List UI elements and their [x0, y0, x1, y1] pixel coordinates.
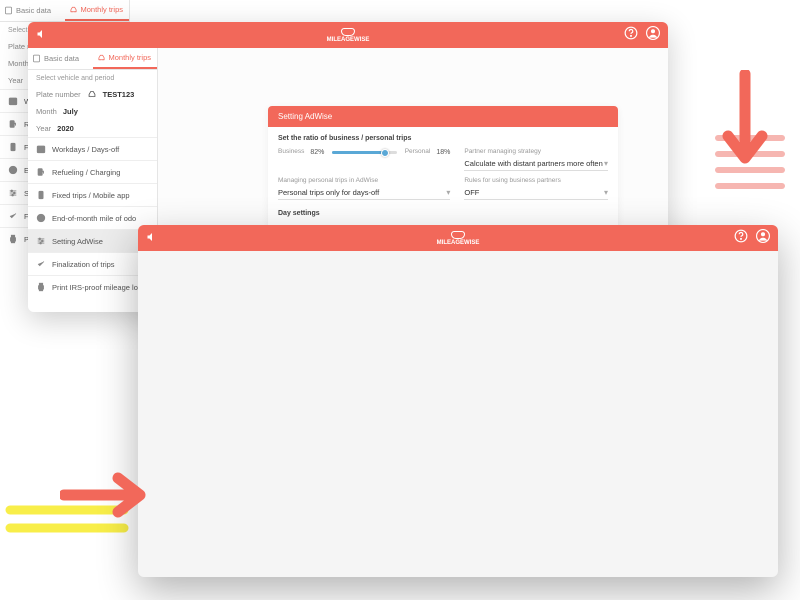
chevron-down-icon: ▾ — [604, 159, 608, 168]
year-value: 2020 — [57, 124, 74, 133]
partner-label: Partner managing strategy — [464, 148, 608, 155]
app-window-progress: MILEAGEWISE — [138, 225, 778, 577]
speaker-icon[interactable] — [146, 231, 158, 246]
brand-name: MILEAGEWISE — [437, 240, 480, 246]
tab-label: Monthly trips — [109, 53, 152, 62]
brand-name: MILEAGEWISE — [327, 37, 370, 43]
plate-value: TEST123 — [103, 90, 135, 99]
nav-label: Refueling / Charging — [52, 168, 120, 177]
tab-basic-data[interactable]: Basic data — [28, 48, 93, 69]
nav-label: Fixed trips / Mobile app — [52, 191, 130, 200]
section-label: Select vehicle and period — [28, 70, 157, 85]
sidebar-item-refueling[interactable]: Refueling / Charging — [28, 160, 157, 183]
brand-logo: MILEAGEWISE — [437, 231, 480, 246]
tab-label: Basic data — [44, 54, 79, 63]
nav-label: Finalization of trips — [52, 260, 115, 269]
managing-dropdown[interactable]: Personal trips only for days-off▾ — [278, 186, 450, 200]
managing-label: Managing personal trips in AdWise — [278, 177, 450, 184]
speaker-icon[interactable] — [36, 28, 48, 43]
ratio-title: Set the ratio of business / personal tri… — [278, 135, 608, 142]
nav-label: Setting AdWise — [52, 237, 103, 246]
month-label: Month — [36, 107, 57, 116]
plate-label: Plate number — [36, 90, 81, 99]
chevron-down-icon: ▾ — [446, 188, 450, 197]
tab-label: Basic data — [16, 6, 51, 15]
chevron-down-icon: ▾ — [604, 188, 608, 197]
nav-label: Workdays / Days-off — [52, 145, 119, 154]
tab-label: Monthly trips — [81, 5, 124, 14]
rules-dropdown[interactable]: OFF▾ — [464, 186, 608, 200]
month-value: July — [63, 107, 78, 116]
personal-pct: 18% — [436, 149, 450, 156]
tab-monthly-trips[interactable]: Monthly trips — [93, 48, 158, 69]
nav-label: End-of-month mile of odo — [52, 214, 136, 223]
partner-dropdown[interactable]: Calculate with distant partners more oft… — [464, 157, 608, 171]
settings-panel: Setting AdWise Set the ratio of business… — [268, 106, 618, 231]
panel-header: Setting AdWise — [268, 106, 618, 127]
tab-basic-data[interactable]: Basic data — [0, 0, 65, 21]
ratio-slider[interactable]: Business 82% Personal 18% — [278, 148, 450, 157]
tab-monthly-trips[interactable]: Monthly trips — [65, 0, 130, 21]
help-icon[interactable] — [624, 26, 638, 45]
sidebar-item-fixed-trips[interactable]: Fixed trips / Mobile app — [28, 183, 157, 206]
business-pct: 82% — [310, 149, 324, 156]
nav-label: Print IRS-proof mileage log — [52, 283, 142, 292]
brand-logo: MILEAGEWISE — [327, 28, 370, 43]
app-header: MILEAGEWISE — [138, 225, 778, 251]
arrow-right-icon — [60, 470, 160, 520]
account-icon[interactable] — [756, 229, 770, 248]
account-icon[interactable] — [646, 26, 660, 45]
arrow-down-icon — [720, 70, 770, 180]
rules-label: Rules for using business partners — [464, 177, 608, 184]
help-icon[interactable] — [734, 229, 748, 248]
sidebar-item-workdays[interactable]: Workdays / Days-off — [28, 137, 157, 160]
year-label: Year — [36, 124, 51, 133]
app-header: MILEAGEWISE — [28, 22, 668, 48]
day-settings-title: Day settings — [278, 210, 608, 217]
